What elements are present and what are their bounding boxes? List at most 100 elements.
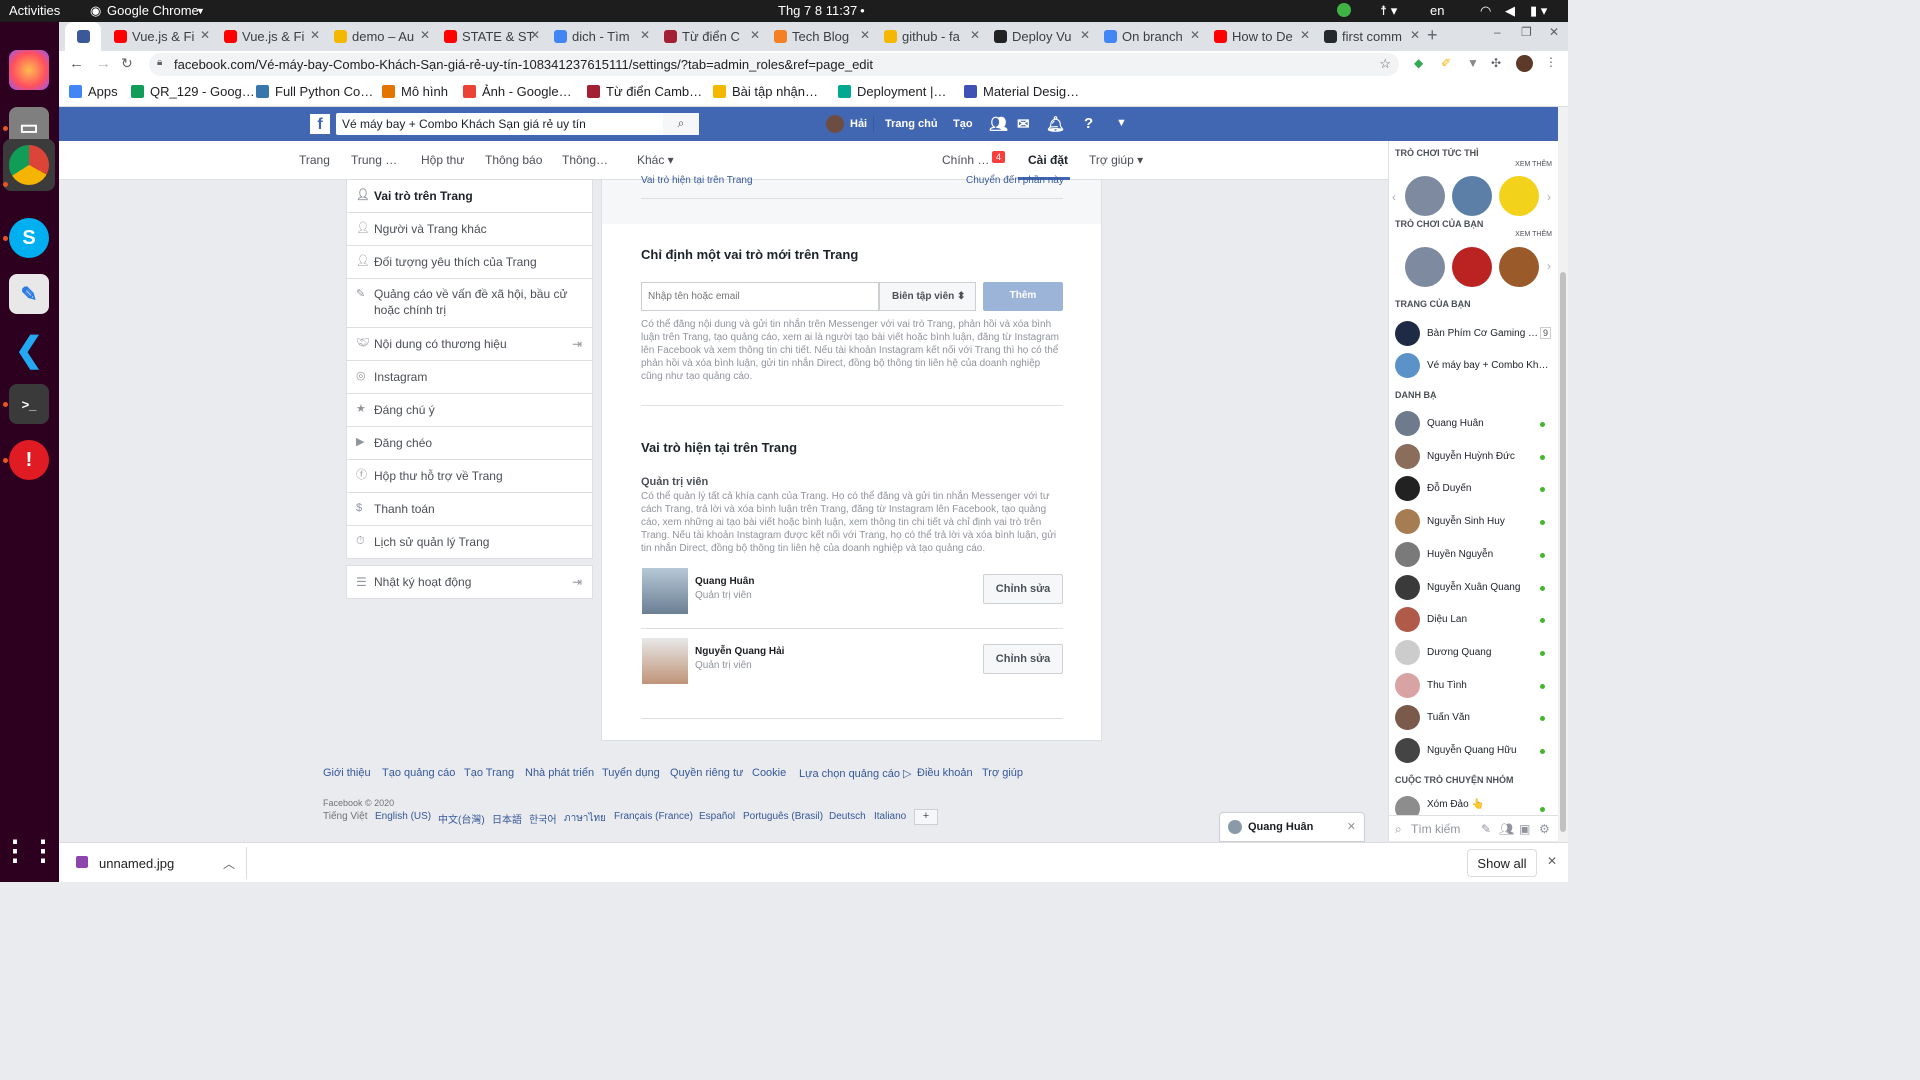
close-tab-icon[interactable]: ✕ (970, 28, 980, 42)
name-or-email-input[interactable] (641, 282, 879, 311)
chat-search-input[interactable]: Tìm kiếm (1411, 822, 1460, 836)
contact-item[interactable]: Nguyễn Xuân Quang (1395, 574, 1555, 603)
language-link[interactable]: 한국어 (529, 811, 557, 826)
subnav-tab[interactable]: Thông báo (485, 153, 542, 167)
language-link[interactable]: 中文(台灣) (438, 811, 485, 826)
home-link[interactable]: Trang chủ (885, 118, 938, 130)
back-icon[interactable]: ← (69, 55, 84, 72)
contact-item[interactable]: Đỗ Duyến (1395, 476, 1555, 504)
sidebar-item[interactable]: 👤︎ Vai trò trên Trang (346, 180, 593, 213)
sidebar-item[interactable]: 👤︎ Người và Trang khác (346, 213, 593, 246)
firefox-icon[interactable] (9, 50, 49, 90)
user-name-link[interactable]: Hải (850, 118, 867, 130)
subnav-tab[interactable]: Khác ▾ (637, 153, 674, 167)
contact-item[interactable]: Nguyễn Huỳnh Đức (1395, 443, 1555, 472)
tab-facebook[interactable] (65, 22, 101, 51)
current-roles-jump-link[interactable]: Vai trò hiện tại trên Trang (641, 175, 753, 186)
clock[interactable]: Thg 7 8 11:37 (778, 3, 857, 18)
text-editor-icon[interactable]: ✎ (9, 274, 49, 314)
sidebar-item[interactable]: 👤︎ Đối tượng yêu thích của Trang (346, 246, 593, 279)
language-indicator[interactable]: en (1430, 3, 1444, 18)
volume-icon[interactable]: ◀ (1505, 3, 1515, 19)
close-tab-icon[interactable]: ✕ (1080, 28, 1090, 42)
page-item[interactable]: Vé máy bay + Combo Kh… (1395, 353, 1555, 381)
sidebar-item[interactable]: $ Thanh toán (346, 493, 593, 526)
footer-link[interactable]: Trợ giúp (982, 767, 1023, 779)
footer-link[interactable]: Tuyển dụng (602, 767, 660, 779)
skype-icon[interactable]: S (9, 218, 49, 258)
language-link[interactable]: Italiano (874, 811, 906, 822)
footer-link[interactable]: Nhà phát triển (525, 767, 594, 779)
close-tab-icon[interactable]: ✕ (200, 28, 210, 42)
profile-avatar[interactable] (1516, 55, 1533, 72)
game-thumbnail[interactable] (1499, 176, 1539, 216)
footer-link[interactable]: Cookie (752, 767, 786, 779)
close-tab-icon[interactable]: ✕ (530, 28, 540, 42)
game-thumbnail[interactable] (1499, 247, 1539, 287)
game-thumbnail[interactable] (1452, 176, 1492, 216)
wifi-icon[interactable]: ◠ (1480, 3, 1491, 19)
facebook-logo-icon[interactable]: f (310, 114, 330, 134)
battery-icon[interactable]: ▮ ▾ (1530, 3, 1547, 19)
contact-item[interactable]: Huyền Nguyễn (1395, 541, 1555, 570)
minimize-button[interactable]: – (1494, 25, 1501, 39)
user-avatar[interactable] (826, 115, 844, 133)
contact-item[interactable]: Diệu Lan (1395, 607, 1555, 635)
terminal-icon[interactable]: >_ (9, 384, 49, 424)
reload-icon[interactable]: ↻ (121, 55, 133, 72)
browser-tab[interactable]: first comm ✕ (1316, 22, 1426, 51)
notifications-bell-icon[interactable]: 🔔︎ (1046, 115, 1065, 133)
active-app-menu[interactable]: Google Chrome (107, 3, 199, 18)
page-scrollbar[interactable] (1558, 107, 1568, 842)
browser-tab[interactable]: Vue.js & Fi ✕ (106, 22, 216, 51)
close-tab-icon[interactable]: ✕ (1410, 28, 1420, 42)
subnav-tab[interactable]: Trang (299, 153, 330, 167)
extension-pen-icon[interactable]: ✐ (1441, 56, 1451, 70)
game-thumbnail[interactable] (1405, 247, 1445, 287)
subnav-tab[interactable]: Hộp thư (421, 153, 464, 167)
friend-requests-icon[interactable]: 👥︎ (989, 115, 1008, 133)
language-link[interactable]: Deutsch (829, 811, 866, 822)
bookmark-item[interactable]: Full Python Co… (256, 84, 373, 99)
contact-item[interactable]: Quang Huân (1395, 411, 1555, 439)
close-tab-icon[interactable]: ✕ (860, 28, 870, 42)
contact-item[interactable]: Dương Quang (1395, 639, 1555, 668)
downloaded-file-name[interactable]: unnamed.jpg (99, 856, 174, 871)
chevron-right-icon[interactable]: › (1547, 259, 1551, 273)
browser-tab[interactable]: Vue.js & Fi ✕ (216, 22, 326, 51)
vscode-icon[interactable]: ❮ (9, 330, 49, 370)
browser-tab[interactable]: Deploy Vu ✕ (986, 22, 1096, 51)
footer-link[interactable]: Điều khoản (917, 767, 973, 779)
bookmark-item[interactable]: Apps (69, 84, 118, 99)
more-languages-button[interactable]: + (914, 809, 938, 825)
user-name[interactable]: Quang Huân (695, 576, 754, 587)
subnav-tab[interactable]: Trung … (351, 153, 397, 167)
footer-link[interactable]: Tạo Trang (464, 767, 514, 779)
video-call-icon[interactable]: ▣ (1519, 822, 1530, 836)
language-link[interactable]: Français (France) (614, 811, 693, 822)
bookmark-item[interactable]: Bài tập nhận… (713, 84, 818, 99)
messenger-icon[interactable]: ✉ (1017, 115, 1030, 133)
see-more-link[interactable]: XEM THÊM (1515, 161, 1552, 168)
bookmark-item[interactable]: Từ điển Camb… (587, 84, 702, 99)
forward-icon[interactable]: → (96, 55, 111, 72)
game-thumbnail[interactable] (1405, 176, 1445, 216)
sidebar-item[interactable]: ✎ Quảng cáo về vấn đề xã hội, bầu cử hoặc… (346, 279, 593, 328)
accessibility-icon[interactable]: ☨ ▾ (1380, 3, 1397, 19)
game-thumbnail[interactable] (1452, 247, 1492, 287)
close-icon[interactable]: ✕ (1347, 820, 1356, 833)
tab-publishing-tools[interactable]: Chính … (942, 153, 989, 167)
sidebar-item[interactable]: ★ Đáng chú ý (346, 394, 593, 427)
address-bar[interactable]: 🔒︎ facebook.com/Vé-máy-bay-Combo-Khách-S… (149, 53, 1399, 76)
sidebar-item[interactable]: ⏱ Lịch sử quản lý Trang (346, 526, 593, 559)
see-more-link[interactable]: XEM THÊM (1515, 231, 1552, 238)
browser-tab[interactable]: Tech Blog ✕ (766, 22, 876, 51)
show-applications-icon[interactable]: ⋮⋮ (1, 830, 57, 870)
bookmark-item[interactable]: Mô hình (382, 84, 448, 99)
sidebar-item[interactable]: ◎ Instagram (346, 361, 593, 394)
browser-tab[interactable]: On branch ✕ (1096, 22, 1206, 51)
browser-tab[interactable]: github - fa ✕ (876, 22, 986, 51)
user-photo[interactable] (642, 568, 688, 614)
bookmark-star-icon[interactable]: ☆ (1379, 56, 1391, 72)
compose-icon[interactable]: ✎ (1481, 822, 1491, 836)
